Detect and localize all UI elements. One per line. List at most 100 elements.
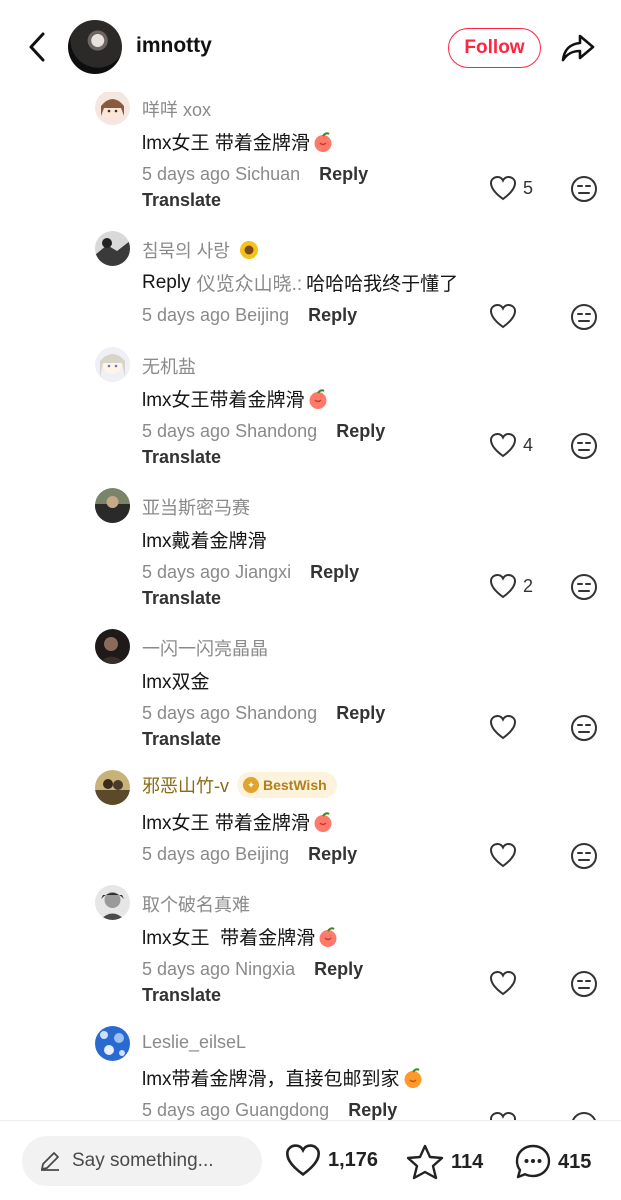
- comment-meta: 5 days ago Shandong Reply: [142, 703, 385, 724]
- translate-button[interactable]: Translate: [142, 985, 221, 1006]
- comment-count: 415: [558, 1150, 592, 1173]
- top-bar: imnotty Follow: [0, 0, 621, 92]
- commenter-avatar[interactable]: [95, 488, 130, 523]
- heart-icon: [489, 175, 517, 201]
- dislike-face-icon[interactable]: [570, 303, 598, 331]
- like-button[interactable]: 4: [489, 432, 533, 458]
- comment-input[interactable]: Say something...: [22, 1136, 262, 1186]
- comment-location: Shandong: [235, 703, 318, 723]
- reply-button[interactable]: Reply: [308, 305, 357, 325]
- collect-button[interactable]: 114: [405, 1143, 483, 1181]
- author-username[interactable]: imnotty: [136, 34, 212, 58]
- like-button[interactable]: [489, 303, 517, 329]
- commenter-avatar[interactable]: [95, 1026, 130, 1061]
- dislike-face-icon[interactable]: [570, 714, 598, 742]
- comment-text-body: lmx戴着金牌滑: [142, 531, 267, 552]
- comment-location: Beijing: [235, 844, 290, 864]
- back-arrow-icon: [29, 32, 45, 62]
- orange-emoji-icon: [404, 1067, 422, 1088]
- comment-text-body: lmx女王带着金牌滑: [142, 390, 305, 411]
- star-icon: [406, 1144, 444, 1180]
- commenter-name[interactable]: 一闪一闪亮晶晶: [142, 635, 268, 661]
- author-avatar[interactable]: [68, 20, 122, 74]
- comment-time: 5 days ago: [142, 844, 231, 864]
- follow-button[interactable]: Follow: [448, 28, 541, 68]
- commenter-avatar[interactable]: [95, 885, 130, 920]
- like-button[interactable]: [489, 1111, 517, 1120]
- share-button[interactable]: [558, 28, 598, 68]
- peach-emoji-icon: [314, 131, 332, 152]
- dislike-face-icon[interactable]: [570, 175, 598, 203]
- commenter-name[interactable]: 咩咩 xox: [142, 96, 211, 122]
- comments-button[interactable]: 415: [514, 1143, 591, 1181]
- dislike-face-icon[interactable]: [570, 842, 598, 870]
- reply-button[interactable]: Reply: [336, 703, 385, 723]
- reply-button[interactable]: Reply: [314, 959, 363, 979]
- comment-meta: 5 days ago Ningxia Reply: [142, 959, 363, 980]
- reply-button[interactable]: Reply: [310, 562, 359, 582]
- back-button[interactable]: [22, 30, 52, 64]
- like-button[interactable]: [489, 970, 517, 996]
- comment-text-body: lmx双金: [142, 672, 210, 693]
- like-button[interactable]: 5: [489, 175, 533, 201]
- badge-icon: ✦: [243, 777, 259, 793]
- commenter-name[interactable]: 邪恶山竹-v ✦ BestWish: [142, 772, 337, 798]
- translate-button[interactable]: Translate: [142, 190, 221, 211]
- translate-button[interactable]: Translate: [142, 729, 221, 750]
- commenter-name[interactable]: 无机盐: [142, 353, 196, 379]
- commenter-name-text: 邪恶山竹-v: [142, 776, 229, 796]
- peach-emoji-icon: [309, 388, 327, 409]
- translate-button[interactable]: Translate: [142, 588, 221, 609]
- dislike-face-icon[interactable]: [570, 1111, 598, 1120]
- comment-location: Jiangxi: [235, 562, 292, 582]
- heart-icon: [489, 432, 517, 458]
- comment-text: lmx女王 带着金牌滑: [142, 808, 334, 835]
- comment-location: Shandong: [235, 421, 318, 441]
- translate-button[interactable]: Translate: [142, 447, 221, 468]
- dislike-face-icon[interactable]: [570, 573, 598, 601]
- like-button[interactable]: [489, 714, 517, 740]
- commenter-avatar[interactable]: [95, 347, 130, 382]
- commenter-avatar[interactable]: [95, 90, 130, 125]
- comment-time: 5 days ago: [142, 305, 231, 325]
- reply-prefix: Reply: [142, 271, 191, 293]
- comment-time: 5 days ago: [142, 703, 231, 723]
- comment-list[interactable]: 咩咩 xox lmx女王 带着金牌滑 5 days ago Sichuan Re…: [0, 80, 621, 1120]
- dislike-face-icon[interactable]: [570, 432, 598, 460]
- commenter-name[interactable]: 亚当斯密马赛: [142, 494, 250, 520]
- collect-count: 114: [451, 1150, 484, 1173]
- comment-meta: 5 days ago Jiangxi Reply: [142, 562, 359, 583]
- commenter-name[interactable]: Leslie_eilseL: [142, 1032, 246, 1053]
- reply-button[interactable]: Reply: [348, 1100, 397, 1120]
- commenter-avatar[interactable]: [95, 629, 130, 664]
- like-post-button[interactable]: 1,176: [284, 1143, 378, 1177]
- reply-to-user[interactable]: 仪览众山晓.:: [197, 269, 303, 296]
- comment-time: 5 days ago: [142, 164, 231, 184]
- commenter-avatar[interactable]: [95, 231, 130, 266]
- heart-icon: [489, 970, 517, 996]
- comment-location: Sichuan: [235, 164, 301, 184]
- heart-icon: [285, 1144, 321, 1177]
- comment-text-body: lmx女王 带着金牌滑: [142, 133, 310, 154]
- reply-button[interactable]: Reply: [336, 421, 385, 441]
- commenter-name-text: 침묵의 사랑: [142, 241, 230, 261]
- heart-icon: [489, 573, 517, 599]
- reply-button[interactable]: Reply: [308, 844, 357, 864]
- comment-text: lmx女王 带着金牌滑: [142, 923, 339, 950]
- post-like-count: 1,176: [328, 1148, 379, 1171]
- like-count: 2: [523, 575, 534, 596]
- badge-label: BestWish: [263, 777, 327, 793]
- comment-location: Ningxia: [235, 959, 296, 979]
- like-button[interactable]: 2: [489, 573, 533, 599]
- comment-meta: 5 days ago Sichuan Reply: [142, 164, 368, 185]
- bestwish-badge: ✦ BestWish: [237, 772, 337, 798]
- dislike-face-icon[interactable]: [570, 970, 598, 998]
- reply-button[interactable]: Reply: [319, 164, 368, 184]
- commenter-name[interactable]: 침묵의 사랑: [142, 237, 260, 263]
- comment-time: 5 days ago: [142, 421, 231, 441]
- commenter-avatar[interactable]: [95, 770, 130, 805]
- comment-text-body: lmx带着金牌滑，直接包邮到家: [142, 1069, 400, 1090]
- comment-text: lmx带着金牌滑，直接包邮到家: [142, 1064, 424, 1091]
- like-button[interactable]: [489, 842, 517, 868]
- commenter-name[interactable]: 取个破名真难: [142, 891, 250, 917]
